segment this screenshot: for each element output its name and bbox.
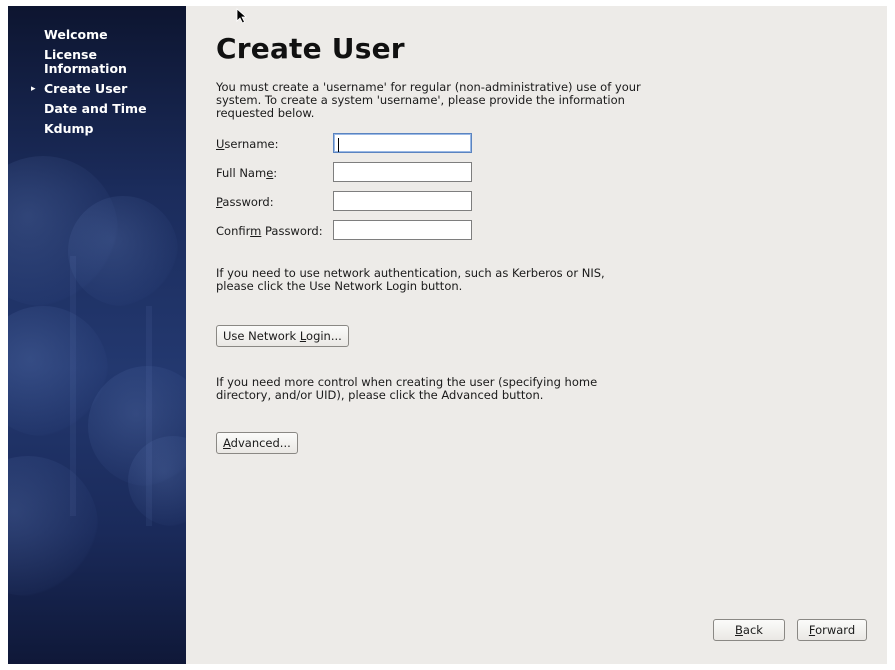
sidebar-decoration (8, 456, 98, 596)
sidebar-item-label: Welcome (44, 27, 108, 42)
sidebar-decoration (68, 196, 178, 306)
sidebar-item-label: Date and Time (44, 101, 147, 116)
password-input[interactable] (333, 191, 472, 211)
password-label: Password: (216, 195, 274, 209)
network-auth-text: If you need to use network authenticatio… (216, 266, 605, 293)
mouse-pointer-icon (236, 8, 248, 24)
sidebar: Welcome License Information ▸ Create Use… (8, 6, 186, 664)
sidebar-item-label: Create User (44, 81, 128, 96)
sidebar-decoration (146, 306, 152, 526)
sidebar-item-kdump: Kdump (44, 122, 164, 136)
main-panel: Create User You must create a 'username'… (186, 6, 887, 664)
steps-list: Welcome License Information ▸ Create Use… (31, 28, 164, 142)
confirm-password-label: Confirm Password: (216, 224, 323, 238)
sidebar-item-license-information: License Information (44, 48, 164, 76)
intro-text: You must create a 'username' for regular… (216, 80, 641, 120)
current-step-arrow-icon: ▸ (31, 84, 36, 94)
firstboot-window: Welcome License Information ▸ Create Use… (8, 6, 887, 664)
forward-button[interactable]: Forward (797, 619, 867, 641)
sidebar-item-create-user: ▸ Create User (31, 81, 164, 96)
full-name-input[interactable] (333, 162, 472, 182)
text-caret (338, 138, 339, 152)
sidebar-item-welcome: Welcome (44, 28, 164, 42)
use-network-login-button[interactable]: Use Network Login... (216, 325, 349, 347)
back-button[interactable]: Back (713, 619, 785, 641)
page-title: Create User (216, 32, 405, 65)
username-input[interactable] (333, 133, 472, 153)
sidebar-item-label: Kdump (44, 121, 94, 136)
advanced-button[interactable]: Advanced... (216, 432, 298, 454)
advanced-text: If you need more control when creating t… (216, 375, 598, 402)
full-name-label: Full Name: (216, 166, 278, 180)
sidebar-decoration (70, 256, 76, 516)
username-label: Username: (216, 137, 279, 151)
confirm-password-input[interactable] (333, 220, 472, 240)
sidebar-item-date-and-time: Date and Time (44, 102, 164, 116)
sidebar-item-label: License Information (44, 47, 127, 76)
